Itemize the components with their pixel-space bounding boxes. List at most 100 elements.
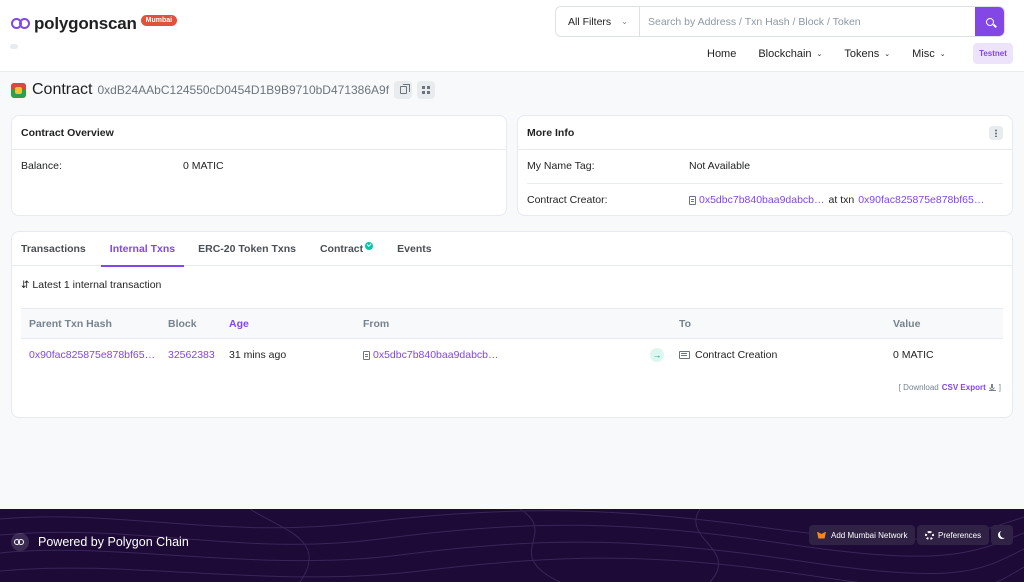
download-icon — [988, 384, 996, 391]
summary-text: Latest 1 internal transaction — [32, 279, 162, 291]
contract-creation-icon — [679, 351, 690, 359]
export-suffix: ] — [998, 383, 1001, 392]
nav-blockchain[interactable]: Blockchain ⌄ — [758, 48, 822, 60]
search-bar: All Filters ⌄ — [555, 6, 1005, 37]
nav-tokens[interactable]: Tokens ⌄ — [844, 48, 890, 60]
more-options-button[interactable] — [989, 126, 1003, 140]
tab-bar: Transactions Internal Txns ERC-20 Token … — [12, 232, 1012, 267]
tab-internal-txns[interactable]: Internal Txns — [100, 232, 185, 267]
network-badge: Mumbai — [140, 14, 178, 26]
balance-label: Balance: — [21, 160, 62, 172]
brand-name: polygonscan — [34, 14, 137, 33]
parent-txn-hash-link[interactable]: 0x90fac825875e878bf65… — [29, 339, 155, 371]
nav-label: Tokens — [844, 48, 880, 60]
name-tag-row: My Name Tag: Not Available — [527, 149, 1003, 183]
export-prefix: [ Download — [898, 383, 939, 392]
chevron-down-icon: ⌄ — [621, 17, 628, 26]
tab-erc20-token-txns[interactable]: ERC-20 Token Txns — [198, 232, 308, 266]
verified-check-icon — [365, 242, 374, 250]
col-age[interactable]: Age — [229, 309, 249, 338]
col-parent-txn-hash: Parent Txn Hash — [29, 317, 112, 330]
tab-label: ERC-20 Token Txns — [198, 243, 296, 255]
age-value: 31 mins ago — [229, 349, 287, 361]
preferences-button[interactable]: Preferences — [917, 525, 990, 545]
contract-title: Contract 0xdB24AAbC124550cD0454D1B9B9710… — [11, 81, 436, 99]
search-icon — [985, 17, 994, 26]
nav-label: Misc — [912, 48, 935, 60]
main-nav: Home Blockchain ⌄ Tokens ⌄ Misc ⌄ — [707, 44, 968, 64]
filter-label: All Filters — [568, 15, 612, 28]
search-input[interactable] — [640, 7, 975, 36]
name-tag-label: My Name Tag: — [527, 160, 595, 172]
tab-events[interactable]: Events — [397, 232, 443, 266]
chevron-down-icon: ⌄ — [816, 51, 823, 58]
card-title: More Info — [518, 116, 1012, 150]
creator-txn-link[interactable]: 0x90fac825875e878bf65… — [858, 194, 984, 206]
value-cell: 0 MATIC — [893, 349, 934, 361]
polygon-logo-icon — [11, 533, 29, 551]
contract-file-icon — [689, 195, 696, 205]
col-block: Block — [168, 317, 197, 330]
name-tag-value: Not Available — [689, 160, 751, 172]
col-value: Value — [893, 317, 921, 330]
tab-label: Contract — [319, 243, 364, 255]
metamask-fox-icon — [817, 531, 826, 539]
brand-logo[interactable]: polygonscan Mumbai — [11, 14, 178, 34]
direction-cell: → — [650, 339, 664, 371]
to-value: Contract Creation — [695, 349, 778, 361]
filter-dropdown[interactable]: All Filters ⌄ — [556, 7, 640, 36]
chevron-down-icon: ⌄ — [884, 51, 891, 58]
qr-code-button[interactable] — [417, 81, 436, 99]
creator-label: Contract Creator: — [527, 194, 608, 206]
table-header: Parent Txn Hash Block Age From To Value — [21, 308, 1003, 339]
gear-icon — [925, 530, 934, 540]
from-address-link[interactable]: 0x5dbc7b840baa9dabcb… — [373, 349, 499, 361]
add-network-label: Add Mumbai Network — [831, 530, 908, 540]
contract-file-icon — [363, 350, 370, 360]
chevron-down-icon: ⌄ — [939, 51, 946, 58]
logo-placeholder — [10, 44, 18, 49]
tab-contract[interactable]: Contract — [320, 232, 385, 266]
more-info-card: More Info My Name Tag: Not Available Con… — [517, 115, 1013, 216]
contract-address: 0xdB24AAbC124550cD0454D1B9B9710bD471386A… — [97, 83, 390, 97]
tab-label: Transactions — [21, 243, 86, 255]
theme-toggle-button[interactable] — [991, 525, 1013, 545]
polygon-logo-icon — [11, 17, 31, 31]
balance-value: 0 MATIC — [183, 160, 224, 172]
sort-icon: ⇵ — [21, 279, 30, 291]
nav-label: Blockchain — [758, 48, 812, 60]
contract-avatar-icon — [11, 82, 26, 98]
tab-label: Internal Txns — [109, 243, 176, 255]
at-txn-label: at txn — [828, 194, 855, 206]
to-cell: Contract Creation — [679, 339, 777, 371]
col-to: To — [679, 317, 692, 330]
copy-address-button[interactable] — [394, 81, 413, 99]
transactions-card: Transactions Internal Txns ERC-20 Token … — [11, 231, 1013, 418]
contract-overview-card: Contract Overview Balance: 0 MATIC — [11, 115, 507, 216]
testnet-button[interactable]: Testnet — [973, 43, 1013, 64]
from-cell: 0x5dbc7b840baa9dabcb… — [363, 339, 499, 371]
copy-icon — [399, 84, 410, 94]
search-button[interactable] — [975, 7, 1004, 36]
internal-txns-table: Parent Txn Hash Block Age From To Value … — [21, 308, 1003, 371]
tab-transactions[interactable]: Transactions — [21, 232, 98, 266]
csv-export-link[interactable]: CSV Export — [942, 383, 986, 392]
nav-home[interactable]: Home — [707, 48, 736, 60]
add-network-button[interactable]: Add Mumbai Network — [809, 525, 916, 545]
card-title: Contract Overview — [12, 116, 506, 150]
txn-summary: ⇵ Latest 1 internal transaction — [21, 279, 161, 291]
csv-export: [ Download CSV Export ] — [899, 383, 1001, 392]
nav-misc[interactable]: Misc ⌄ — [912, 48, 945, 60]
moon-icon — [1000, 530, 1008, 538]
balance-row: Balance: 0 MATIC — [21, 149, 497, 183]
arrow-right-icon: → — [650, 348, 664, 362]
site-footer: Powered by Polygon Chain Add Mumbai Netw… — [0, 509, 1024, 582]
site-header: polygonscan Mumbai All Filters ⌄ Home Bl… — [0, 0, 1024, 72]
powered-by-text: Powered by Polygon Chain — [38, 535, 189, 549]
block-link[interactable]: 32562383 — [168, 339, 215, 371]
creator-row: Contract Creator: 0x5dbc7b840baa9dabcb… … — [527, 183, 1003, 217]
nav-label: Home — [707, 48, 737, 60]
tab-label: Events — [397, 243, 432, 255]
col-from: From — [363, 317, 390, 330]
creator-address-link[interactable]: 0x5dbc7b840baa9dabcb… — [699, 194, 825, 206]
